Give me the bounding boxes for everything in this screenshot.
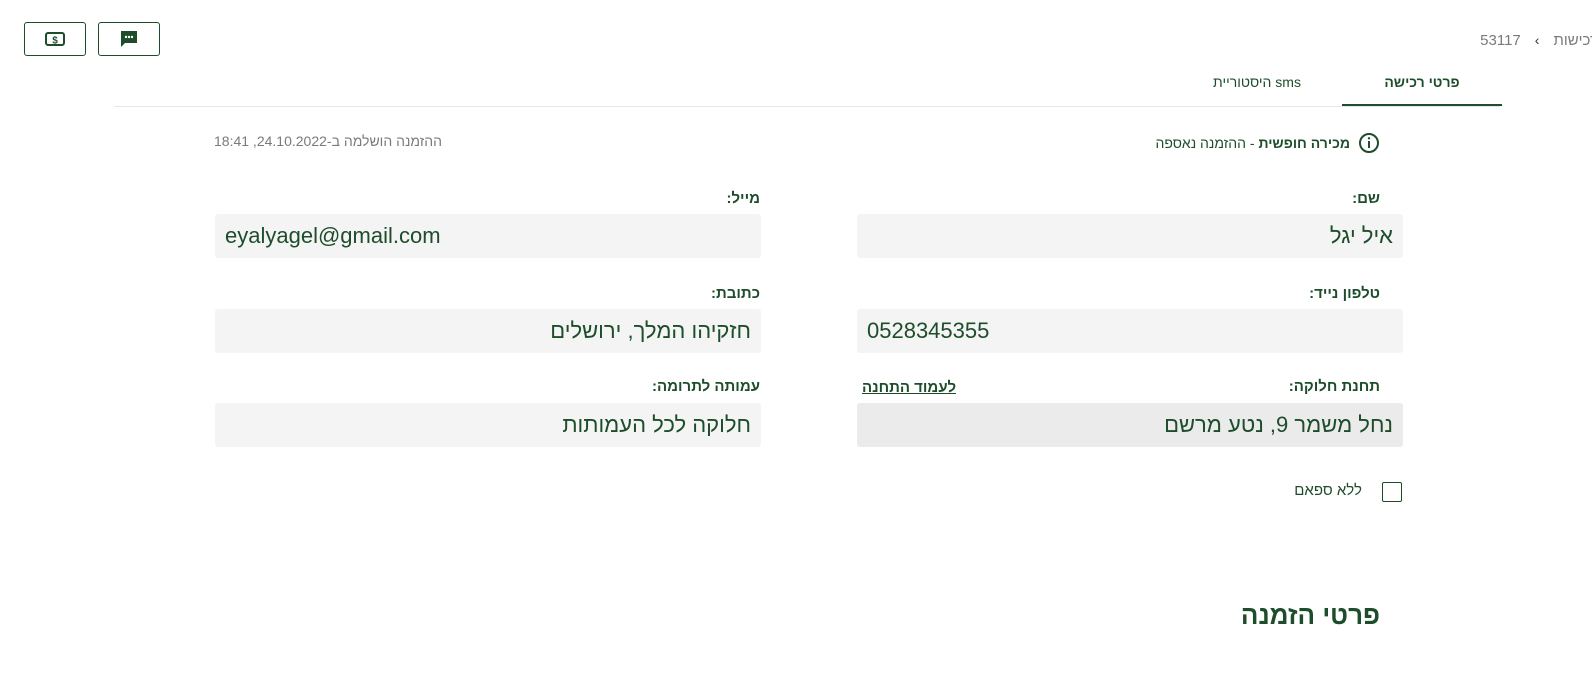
status-separator: - [1245, 135, 1259, 151]
sale-type: מכירה חופשית [1258, 135, 1350, 151]
info-icon [1359, 133, 1379, 153]
station-select[interactable]: נחל משמר 9, נטע מרשם [857, 403, 1403, 447]
station-label: תחנת חלוקה: [1288, 378, 1380, 395]
breadcrumb-parent-link[interactable]: רכישות [1553, 32, 1592, 49]
tabs-divider [114, 106, 1500, 107]
name-label: שם: [1352, 190, 1380, 207]
sms-button[interactable] [98, 22, 160, 56]
order-details-title: פרטי הזמנה [1240, 600, 1380, 630]
no-spam-checkbox[interactable] [1382, 482, 1402, 502]
email-field[interactable]: eyalyagel@gmail.com [215, 214, 761, 258]
breadcrumb-id: 53117 [1480, 31, 1521, 49]
dollar-bill-icon: $ [45, 32, 65, 47]
no-spam-label: ללא ספאם [1294, 482, 1362, 499]
chat-bubble-icon [121, 31, 137, 47]
station-page-link[interactable]: לעמוד התחנה [862, 379, 956, 396]
order-completed-time: ההזמנה הושלמה ב-24.10.2022, 18:41 [214, 133, 443, 149]
charity-field[interactable]: חלוקה לכל העמותות [215, 403, 761, 447]
payment-button[interactable]: $ [24, 22, 86, 56]
tab-purchase-details[interactable]: פרטי רכישה [1342, 74, 1502, 90]
order-status: מכירה חופשית - ההזמנה נאספה [1155, 132, 1380, 154]
email-label: מייל: [726, 190, 760, 207]
order-state: ההזמנה נאספה [1155, 135, 1246, 151]
charity-label: עמותה לתרומה: [652, 378, 760, 395]
chevron-icon: ‹ [1534, 32, 1540, 48]
breadcrumb: 53117 ‹ רכישות [1480, 30, 1592, 50]
active-tab-indicator [1342, 104, 1502, 106]
phone-label: טלפון נייד: [1309, 285, 1380, 302]
svg-text:$: $ [52, 36, 58, 47]
address-field[interactable]: חזקיהו המלך, ירושלים [215, 309, 761, 353]
address-label: כתובת: [711, 285, 760, 302]
tab-sms-history[interactable]: היסטוריית sms [1192, 74, 1322, 90]
name-field[interactable]: איל יגל [857, 214, 1403, 258]
phone-field[interactable]: 0528345355 [857, 309, 1403, 353]
